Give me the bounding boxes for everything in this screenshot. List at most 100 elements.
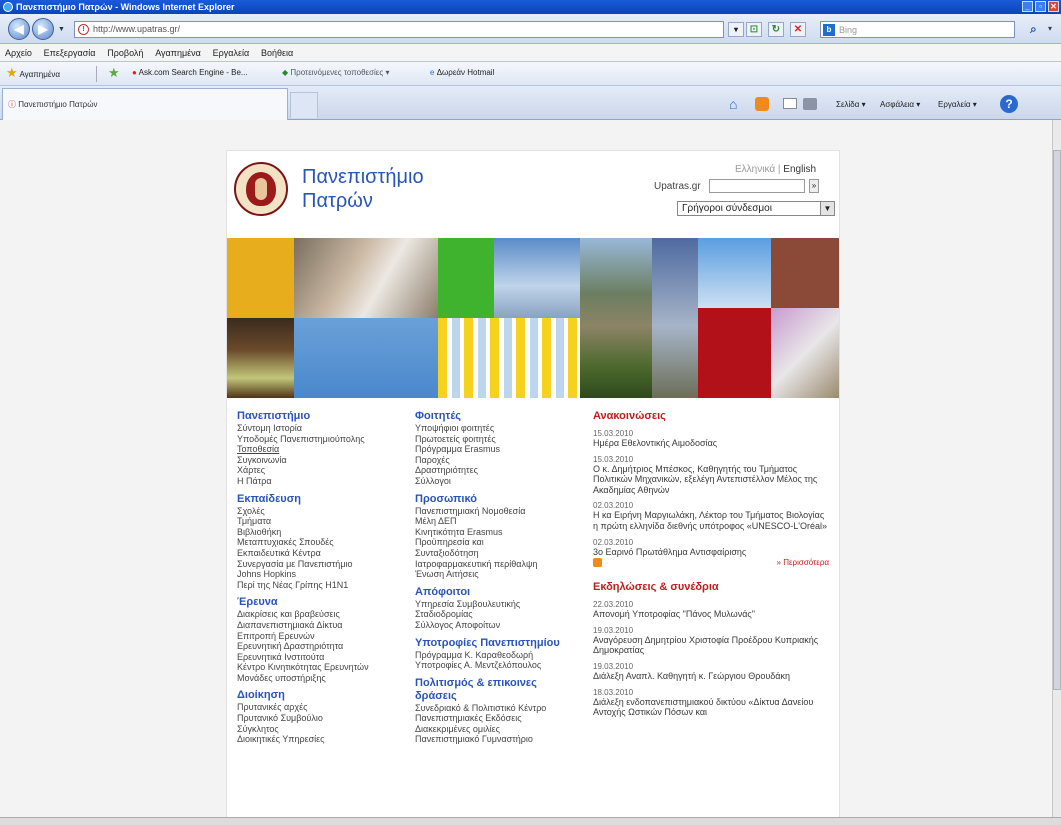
link-career[interactable]: Σταδιοδρομίας: [415, 609, 587, 620]
heading-staff[interactable]: Προσωπικό: [415, 493, 587, 506]
link-history[interactable]: Σύντομη Ιστορία: [237, 423, 407, 434]
link-activities[interactable]: Δραστηριότητες: [415, 465, 587, 476]
favorite-ask-link[interactable]: ● Ask.com Search Engine - Be...: [132, 68, 248, 77]
close-button[interactable]: ✕: [1048, 1, 1059, 12]
maximize-button[interactable]: ▫: [1035, 1, 1046, 12]
heading-announcements[interactable]: Ανακοινώσεις: [593, 410, 829, 423]
favorites-button[interactable]: ★ Αγαπημένα: [6, 65, 60, 81]
link-legislation[interactable]: Πανεπιστημιακή Νομοθεσία: [415, 506, 587, 517]
heading-culture[interactable]: Πολιτισμός & επικοινες δράσεις: [415, 677, 565, 703]
announcement-link[interactable]: Ημέρα Εθελοντικής Αιμοδοσίας: [593, 438, 829, 449]
link-erasmus-mobility[interactable]: Κινητικότητα Erasmus: [415, 527, 587, 538]
link-support-units[interactable]: Μονάδες υποστήριξης: [237, 673, 407, 684]
new-tab-button[interactable]: [290, 92, 318, 118]
vertical-scrollbar[interactable]: [1052, 120, 1061, 817]
link-h1n1[interactable]: Περί της Νέας Γρίπης Η1Ν1: [237, 580, 407, 591]
refresh-icon[interactable]: ↻: [768, 22, 784, 37]
menu-favorites[interactable]: Αγαπημένα: [150, 44, 205, 58]
mail-icon[interactable]: [783, 98, 797, 109]
forward-button[interactable]: ▶: [32, 18, 54, 40]
link-candidates[interactable]: Υποψήφιοι φοιτητές: [415, 423, 587, 434]
link-infrastructure[interactable]: Υποδομές Πανεπιστημιούπολης: [237, 434, 407, 445]
address-bar[interactable]: ! http://www.upatras.gr/: [74, 21, 724, 38]
link-gym[interactable]: Πανεπιστημιακό Γυμναστήριο: [415, 734, 587, 745]
link-mobility-center[interactable]: Κέντρο Κινητικότητας Ερευνητών: [237, 662, 407, 673]
link-research-activity[interactable]: Ερευνητική Δραστηριότητα: [237, 641, 407, 652]
link-applications[interactable]: Ένωση Αιτήσεις: [415, 569, 587, 580]
menu-file[interactable]: Αρχείο: [0, 44, 36, 58]
link-patras[interactable]: Η Πάτρα: [237, 476, 407, 487]
history-dropdown-icon[interactable]: ▼: [58, 26, 65, 33]
link-rectorate[interactable]: Πρυτανικές αρχές: [237, 702, 407, 713]
link-senate[interactable]: Σύγκλητος: [237, 724, 407, 735]
link-healthcare[interactable]: Ιατροφαρμακευτική περίθαλψη: [415, 559, 587, 570]
back-button[interactable]: ◀: [8, 18, 30, 40]
link-rector-council[interactable]: Πρυτανικό Συμβούλιο: [237, 713, 407, 724]
link-admin-services[interactable]: Διοικητικές Υπηρεσίες: [237, 734, 407, 745]
heading-research[interactable]: Έρευνα: [237, 596, 407, 609]
help-icon[interactable]: ?: [1000, 95, 1018, 113]
link-prior-service[interactable]: Προϋπηρεσία και: [415, 537, 587, 548]
page-menu[interactable]: Σελίδα ▾: [836, 100, 866, 109]
link-conference-center[interactable]: Συνεδριακό & Πολιτιστικό Κέντρο: [415, 703, 587, 714]
announcements-more-link[interactable]: » Περισσότερα: [777, 558, 829, 567]
link-research-committee[interactable]: Επιτροπή Ερευνών: [237, 631, 407, 642]
link-johns-hopkins[interactable]: Johns Hopkins: [237, 569, 407, 580]
link-networks[interactable]: Διαπανεπιστημιακά Δίκτυα: [237, 620, 407, 631]
address-dropdown-icon[interactable]: ▾: [728, 22, 744, 37]
safety-menu[interactable]: Ασφάλεια ▾: [880, 100, 920, 109]
link-departments[interactable]: Τμήματα: [237, 516, 407, 527]
add-favorites-icon[interactable]: ★: [108, 65, 120, 81]
link-associations[interactable]: Σύλλογοι: [415, 476, 587, 487]
link-freshmen[interactable]: Πρωτοετείς φοιτητές: [415, 434, 587, 445]
link-awards[interactable]: Διακρίσεις και βραβεύσεις: [237, 609, 407, 620]
link-karatheodori[interactable]: Πρόγραμμα Κ. Καραθεοδωρή: [415, 650, 587, 661]
minimize-button[interactable]: _: [1022, 1, 1033, 12]
link-transport[interactable]: Συγκοινωνία: [237, 455, 287, 465]
site-search-input[interactable]: [709, 179, 805, 193]
lang-greek-link[interactable]: Ελληνικά: [735, 164, 775, 175]
link-schools[interactable]: Σχολές: [237, 506, 407, 517]
site-title[interactable]: Πανεπιστήμιο Πατρών: [302, 165, 502, 213]
search-box[interactable]: b Bing: [820, 21, 1015, 38]
link-cooperation[interactable]: Συνεργασία με Πανεπιστήμιο: [237, 559, 407, 570]
feeds-icon[interactable]: [755, 97, 769, 111]
link-benefits[interactable]: Παροχές: [415, 455, 587, 466]
quick-links-select[interactable]: Γρήγοροι σύνδεσμοι ▼: [677, 201, 835, 216]
heading-scholarships[interactable]: Υποτροφίες Πανεπιστημίου: [415, 637, 587, 650]
link-erasmus[interactable]: Πρόγραμμα Erasmus: [415, 444, 587, 455]
link-location[interactable]: Τοποθεσία: [237, 444, 407, 455]
heading-education[interactable]: Εκπαίδευση: [237, 493, 407, 506]
link-alumni-association[interactable]: Σύλλογος Αποφοίτων: [415, 620, 587, 631]
tools-menu[interactable]: Εργαλεία ▾: [938, 100, 977, 109]
link-education-centers[interactable]: Εκπαιδευτικά Κέντρα: [237, 548, 407, 559]
site-search-button[interactable]: »: [809, 179, 819, 193]
link-library[interactable]: Βιβλιοθήκη: [237, 527, 407, 538]
favorite-hotmail-link[interactable]: e Δωρεάν Hotmail: [430, 68, 494, 77]
link-lectures[interactable]: Διακεκριμένες ομιλίες: [415, 724, 587, 735]
print-icon[interactable]: [803, 98, 817, 110]
event-link[interactable]: Αναγόρευση Δημητρίου Χριστοφία Προέδρου …: [593, 635, 829, 656]
menu-edit[interactable]: Επεξεργασία: [39, 44, 100, 58]
link-publications[interactable]: Πανεπιστημιακές Εκδόσεις: [415, 713, 587, 724]
link-counseling[interactable]: Υπηρεσία Συμβουλευτικής: [415, 599, 587, 610]
compat-view-icon[interactable]: ⊡: [746, 22, 762, 37]
heading-students[interactable]: Φοιτητές: [415, 410, 587, 423]
announcement-link[interactable]: Ο κ. Δημήτριος Μπέσκος, Καθηγητής του Τμ…: [593, 464, 829, 496]
heading-alumni[interactable]: Απόφοιτοι: [415, 586, 587, 599]
lang-english-link[interactable]: English: [783, 164, 816, 175]
event-link[interactable]: Διάλεξη Αναπλ. Καθηγητή κ. Γεώργιου Θρου…: [593, 671, 829, 682]
heading-administration[interactable]: Διοίκηση: [237, 689, 407, 702]
favorite-suggested-sites[interactable]: ◆ Προτεινόμενες τοποθεσίες ▾: [282, 68, 389, 77]
link-maps[interactable]: Χάρτες: [237, 465, 407, 476]
tab-upatras[interactable]: ⓘ Πανεπιστήμιο Πατρών: [2, 88, 288, 120]
link-mentzelopoulos[interactable]: Υποτροφίες Α. Μεντζελόπουλος: [415, 660, 587, 671]
link-faculty[interactable]: Μέλη ΔΕΠ: [415, 516, 587, 527]
link-retirement[interactable]: Συνταξιοδότηση: [415, 548, 587, 559]
heading-events[interactable]: Εκδηλώσεις & συνέδρια: [593, 581, 829, 594]
scrollbar-thumb[interactable]: [1053, 150, 1061, 690]
event-link[interactable]: Διάλεξη ενδοπανεπιστημιακού δικτύου «Δίκ…: [593, 697, 829, 718]
rss-icon[interactable]: [593, 558, 602, 568]
stop-icon[interactable]: ✕: [790, 22, 806, 37]
university-seal-logo[interactable]: [234, 162, 288, 216]
